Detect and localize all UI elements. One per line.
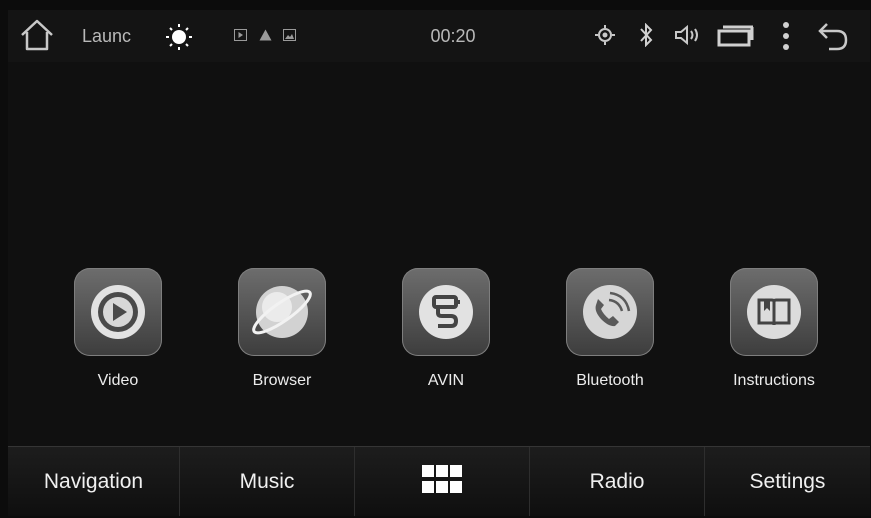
instructions-icon: [730, 268, 818, 356]
app-grid-icon: [422, 464, 462, 499]
back-icon[interactable]: [816, 20, 850, 52]
volume-icon[interactable]: [674, 23, 702, 47]
video-icon: [74, 268, 162, 356]
home-icon[interactable]: [18, 16, 56, 54]
location-icon: [594, 24, 616, 46]
app-label-browser: Browser: [252, 372, 312, 389]
play-icon: [233, 28, 247, 42]
app-browser[interactable]: Browser: [222, 268, 342, 390]
dock-apps-button[interactable]: [355, 447, 530, 516]
bottom-dock: Navigation Music Radio Settings: [8, 446, 870, 516]
status-bar: Launc 00:20: [8, 10, 870, 62]
launcher-screen: Launc 00:20 Video Browser AVIN Bluetooth…: [8, 10, 870, 516]
sun-icon[interactable]: [164, 22, 194, 52]
app-label-bluetooth: Bluetooth: [576, 372, 644, 389]
dock-music-button[interactable]: Music: [180, 447, 355, 516]
dock-settings-button[interactable]: Settings: [705, 447, 870, 516]
more-icon[interactable]: [778, 20, 794, 52]
image-icon: [282, 28, 296, 42]
app-avin[interactable]: AVIN: [386, 268, 506, 390]
dock-navigation-button[interactable]: Navigation: [8, 447, 180, 516]
app-instructions[interactable]: Instructions: [714, 268, 834, 390]
app-label-instructions: Instructions: [733, 372, 815, 389]
app-grid: Video Browser AVIN Bluetooth Instruction…: [48, 268, 848, 418]
bluetooth-phone-icon: [566, 268, 654, 356]
app-bluetooth[interactable]: Bluetooth: [550, 268, 670, 390]
app-label-avin: AVIN: [427, 372, 465, 389]
app-video[interactable]: Video: [58, 268, 178, 390]
browser-icon: [238, 268, 326, 356]
app-label-video: Video: [97, 372, 139, 389]
avin-icon: [402, 268, 490, 356]
status-time: 00:20: [430, 25, 476, 46]
warning-icon: [258, 28, 272, 42]
dock-radio-button[interactable]: Radio: [530, 447, 705, 516]
recent-apps-icon[interactable]: [716, 24, 756, 48]
app-title: Launc: [82, 25, 132, 46]
bluetooth-icon: [636, 22, 656, 48]
